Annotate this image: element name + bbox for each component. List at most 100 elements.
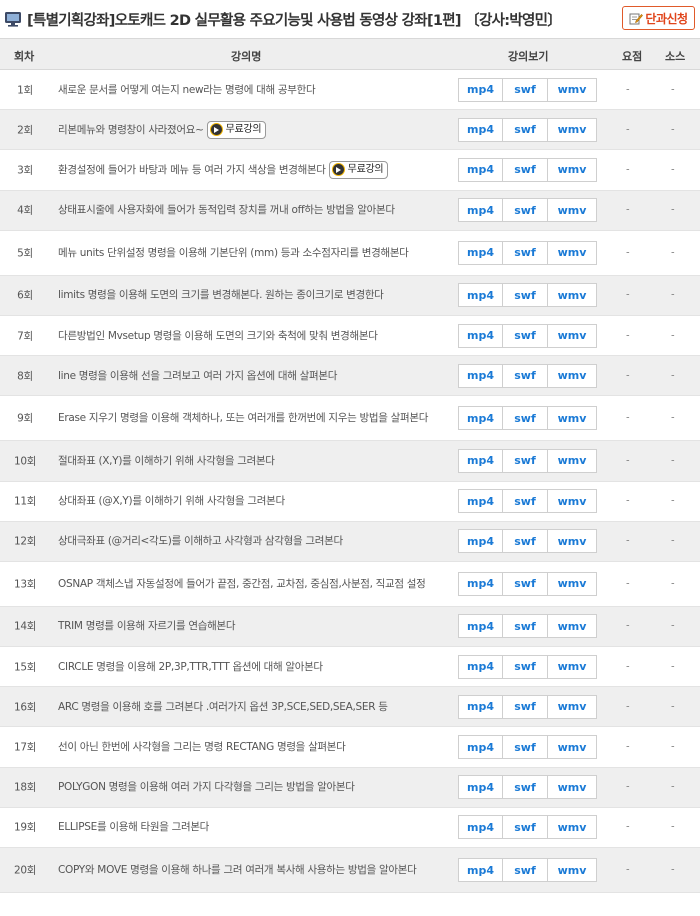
- play-swf-button[interactable]: swf: [502, 815, 548, 840]
- play-wmv-button[interactable]: wmv: [547, 117, 597, 142]
- play-swf-button[interactable]: swf: [502, 775, 548, 800]
- play-swf-button[interactable]: swf: [502, 77, 548, 102]
- play-wmv-button[interactable]: wmv: [547, 363, 597, 388]
- play-mp4-button[interactable]: mp4: [458, 815, 503, 840]
- play-swf-button[interactable]: swf: [502, 323, 548, 348]
- lecture-title[interactable]: OSNAP 객체스냅 자동설정에 들어가 끝점, 중간점, 교차점, 중심점,사…: [58, 576, 426, 592]
- play-wmv-button[interactable]: wmv: [547, 858, 597, 882]
- play-mp4-button[interactable]: mp4: [458, 775, 503, 800]
- play-mp4-button[interactable]: mp4: [458, 198, 503, 223]
- play-swf-button[interactable]: swf: [502, 198, 548, 223]
- edit-icon: [629, 13, 644, 24]
- lecture-title[interactable]: 메뉴 units 단위설정 명령을 이용해 기본단위 (mm) 등과 소수점자리…: [58, 245, 409, 261]
- play-mp4-button[interactable]: mp4: [458, 654, 503, 679]
- play-swf-button[interactable]: swf: [502, 406, 548, 431]
- play-wmv-button[interactable]: wmv: [547, 775, 597, 800]
- summary-cell: -: [626, 455, 630, 467]
- lecture-title[interactable]: CIRCLE 명령을 이용해 2P,3P,TTR,TTT 옵션에 대해 알아본다: [58, 659, 323, 675]
- play-swf-button[interactable]: swf: [502, 283, 548, 308]
- play-swf-button[interactable]: swf: [502, 448, 548, 473]
- play-wmv-button[interactable]: wmv: [547, 323, 597, 348]
- play-swf-button[interactable]: swf: [502, 117, 548, 142]
- table-row: 8회 line 명령을 이용해 선을 그려보고 여러 가지 옵션에 대해 살펴본다…: [0, 356, 700, 397]
- play-wmv-button[interactable]: wmv: [547, 571, 597, 596]
- lecture-title-cell: limits 명령을 이용해 도면의 크기를 변경해본다. 원하는 종이크기로 …: [58, 287, 438, 303]
- lecture-number: 4회: [17, 204, 33, 217]
- play-mp4-button[interactable]: mp4: [458, 323, 503, 348]
- play-wmv-button[interactable]: wmv: [547, 448, 597, 473]
- play-swf-button[interactable]: swf: [502, 489, 548, 514]
- lecture-title[interactable]: 새로운 문서를 어떻게 여는지 new라는 명령에 대해 공부한다: [58, 82, 316, 98]
- play-mp4-button[interactable]: mp4: [458, 363, 503, 388]
- play-wmv-button[interactable]: wmv: [547, 489, 597, 514]
- play-mp4-button[interactable]: mp4: [458, 157, 503, 182]
- play-swf-button[interactable]: swf: [502, 240, 548, 265]
- play-wmv-button[interactable]: wmv: [547, 283, 597, 308]
- lecture-number: 6회: [17, 289, 33, 302]
- play-wmv-button[interactable]: wmv: [547, 529, 597, 554]
- lecture-title[interactable]: 상대좌표 (@X,Y)를 이해하기 위해 사각형을 그려본다: [58, 493, 285, 509]
- play-mp4-button[interactable]: mp4: [458, 489, 503, 514]
- play-mp4-button[interactable]: mp4: [458, 240, 503, 265]
- play-mp4-button[interactable]: mp4: [458, 858, 503, 882]
- source-cell: -: [671, 124, 675, 136]
- play-mp4-button[interactable]: mp4: [458, 77, 503, 102]
- lecture-title[interactable]: 상대극좌표 (@거리<각도)를 이해하고 사각형과 삼각형을 그려본다: [58, 533, 343, 549]
- play-swf-button[interactable]: swf: [502, 694, 548, 719]
- play-wmv-button[interactable]: wmv: [547, 240, 597, 265]
- lecture-title[interactable]: limits 명령을 이용해 도면의 크기를 변경해본다. 원하는 종이크기로 …: [58, 287, 384, 303]
- play-mp4-button[interactable]: mp4: [458, 448, 503, 473]
- lecture-number: 16회: [13, 701, 37, 714]
- play-wmv-button[interactable]: wmv: [547, 614, 597, 639]
- play-wmv-button[interactable]: wmv: [547, 157, 597, 182]
- lecture-title[interactable]: line 명령을 이용해 선을 그려보고 여러 가지 옵션에 대해 살펴본다: [58, 368, 337, 384]
- lecture-number: 12회: [13, 535, 37, 548]
- source-cell: -: [671, 620, 675, 632]
- play-wmv-button[interactable]: wmv: [547, 406, 597, 431]
- play-mp4-button[interactable]: mp4: [458, 571, 503, 596]
- lecture-title[interactable]: ELLIPSE를 이용해 타원을 그려본다: [58, 819, 209, 835]
- lecture-title[interactable]: Erase 지우기 명령을 이용해 객체하나, 또는 여러개를 한꺼번에 지우는…: [58, 410, 428, 426]
- play-mp4-button[interactable]: mp4: [458, 117, 503, 142]
- play-mp4-button[interactable]: mp4: [458, 283, 503, 308]
- lecture-title[interactable]: TRIM 명령를 이용해 자르기를 연습해본다: [58, 618, 236, 634]
- lecture-title[interactable]: POLYGON 명령을 이용해 여러 가지 다각형을 그리는 방법을 알아본다: [58, 779, 355, 795]
- lecture-number: 2회: [17, 124, 33, 137]
- lecture-title[interactable]: 환경설정에 들어가 바탕과 메뉴 등 여러 가지 색상을 변경해본다: [58, 162, 326, 178]
- play-mp4-button[interactable]: mp4: [458, 529, 503, 554]
- play-wmv-button[interactable]: wmv: [547, 77, 597, 102]
- lecture-title[interactable]: 절대좌표 (X,Y)를 이해하기 위해 사각형을 그려본다: [58, 453, 275, 469]
- format-buttons: mp4 swf wmv: [458, 694, 597, 719]
- lecture-title[interactable]: 다른방법인 Mvsetup 명령을 이용해 도면의 크기와 축척에 맞춰 변경해…: [58, 328, 378, 344]
- free-lecture-button[interactable]: 무료강의: [328, 160, 389, 179]
- source-cell: -: [671, 84, 675, 96]
- lecture-title[interactable]: 선이 아닌 한번에 사각형을 그리는 명령 RECTANG 명령을 살펴본다: [58, 739, 346, 755]
- play-mp4-button[interactable]: mp4: [458, 694, 503, 719]
- play-wmv-button[interactable]: wmv: [547, 198, 597, 223]
- play-wmv-button[interactable]: wmv: [547, 735, 597, 760]
- free-lecture-button[interactable]: 무료강의: [206, 120, 267, 139]
- play-wmv-button[interactable]: wmv: [547, 654, 597, 679]
- play-mp4-button[interactable]: mp4: [458, 406, 503, 431]
- play-swf-button[interactable]: swf: [502, 614, 548, 639]
- format-buttons: mp4 swf wmv: [458, 240, 597, 265]
- play-wmv-button[interactable]: wmv: [547, 815, 597, 840]
- play-wmv-button[interactable]: wmv: [547, 694, 597, 719]
- play-swf-button[interactable]: swf: [502, 363, 548, 388]
- play-swf-button[interactable]: swf: [502, 157, 548, 182]
- lecture-title[interactable]: 상태표시줄에 사용자화에 들어가 동적입력 장치를 꺼내 off하는 방법을 알…: [58, 202, 395, 218]
- lecture-title[interactable]: 리본메뉴와 명령창이 사라졌어요~: [58, 122, 204, 138]
- summary-cell: -: [626, 661, 630, 673]
- play-swf-button[interactable]: swf: [502, 654, 548, 679]
- lecture-title[interactable]: COPY와 MOVE 명령을 이용해 하나를 그려 여러개 복사해 사용하는 방…: [58, 862, 417, 878]
- play-swf-button[interactable]: swf: [502, 858, 548, 882]
- lecture-title[interactable]: ARC 명령을 이용해 호를 그려본다 .여러가지 옵션 3P,SCE,SED,…: [58, 699, 388, 715]
- play-mp4-button[interactable]: mp4: [458, 614, 503, 639]
- play-swf-button[interactable]: swf: [502, 571, 548, 596]
- lecture-title-cell: 메뉴 units 단위설정 명령을 이용해 기본단위 (mm) 등과 소수점자리…: [58, 245, 438, 261]
- apply-course-button[interactable]: 단과신청: [622, 6, 695, 30]
- play-swf-button[interactable]: swf: [502, 529, 548, 554]
- source-cell: -: [671, 864, 675, 876]
- play-swf-button[interactable]: swf: [502, 735, 548, 760]
- play-mp4-button[interactable]: mp4: [458, 735, 503, 760]
